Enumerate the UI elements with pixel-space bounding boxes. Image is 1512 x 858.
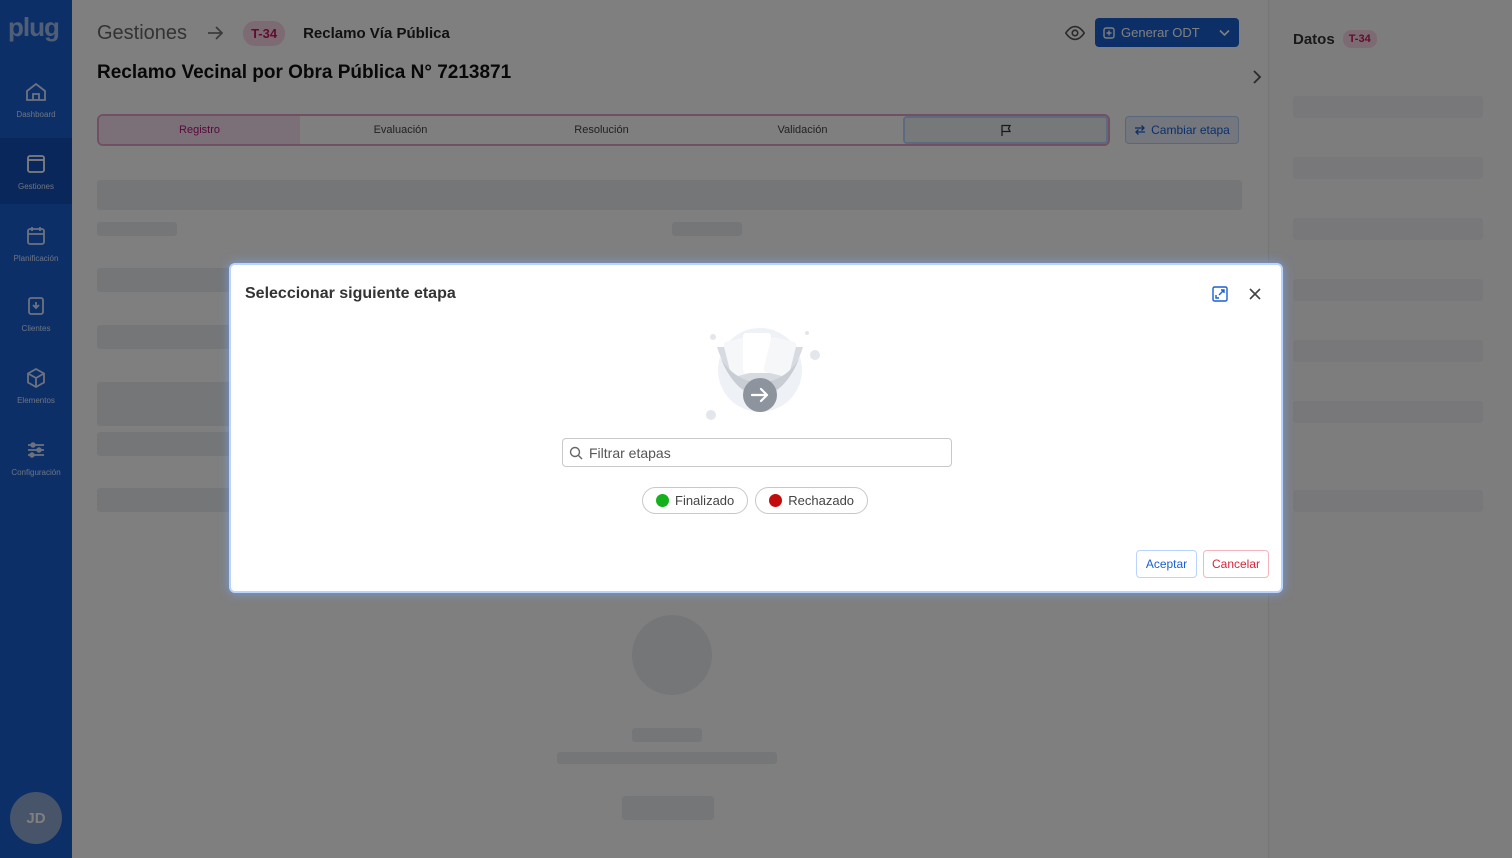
modal-title: Seleccionar siguiente etapa: [245, 285, 456, 302]
stage-illustration-icon: [706, 328, 820, 420]
accept-button[interactable]: Aceptar: [1136, 550, 1197, 578]
filter-stages-field[interactable]: [562, 438, 952, 467]
search-icon: [569, 446, 583, 459]
stage-option-label: Finalizado: [675, 493, 735, 508]
expand-icon[interactable]: [1211, 285, 1229, 303]
stage-option-label: Rechazado: [788, 493, 855, 508]
stage-options: Finalizado Rechazado: [642, 487, 869, 514]
stage-option-finalizado[interactable]: Finalizado: [642, 487, 749, 514]
status-dot: [656, 494, 669, 507]
cancel-button[interactable]: Cancelar: [1203, 550, 1269, 578]
stage-option-rechazado[interactable]: Rechazado: [755, 487, 869, 514]
status-dot: [769, 494, 783, 507]
select-stage-modal: Seleccionar siguiente etapa Finalizado R…: [229, 263, 1283, 593]
close-icon[interactable]: [1246, 285, 1264, 303]
filter-stages-input[interactable]: [589, 444, 929, 461]
